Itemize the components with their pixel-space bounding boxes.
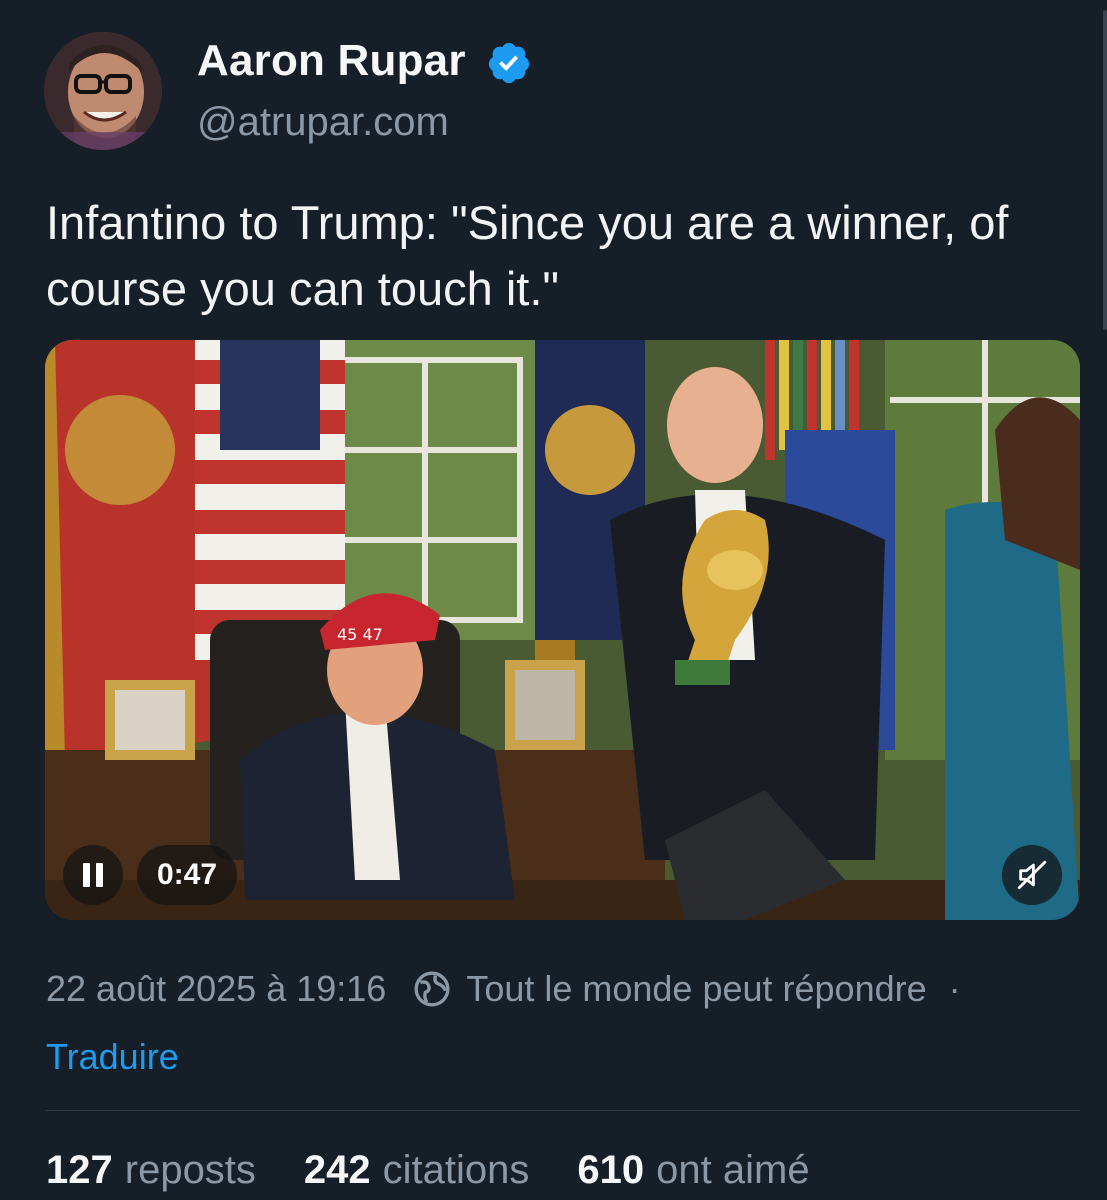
cap-text: 45 47 xyxy=(337,625,383,644)
stat-quotes[interactable]: 242 citations xyxy=(304,1148,530,1193)
engagement-stats: 127 reposts 242 citations 610 ont aimé xyxy=(46,1148,858,1193)
scrollbar[interactable] xyxy=(1103,10,1107,330)
pause-icon-bar xyxy=(96,863,103,887)
post-timestamp[interactable]: 22 août 2025 à 19:16 xyxy=(46,968,386,1010)
stat-count: 127 xyxy=(46,1148,113,1192)
reply-setting: Tout le monde peut répondre xyxy=(466,968,927,1009)
globe-icon xyxy=(414,971,450,1007)
post-text: Infantino to Trump: "Since you are a win… xyxy=(46,196,1009,315)
author-avatar[interactable] xyxy=(44,32,162,150)
stat-reposts[interactable]: 127 reposts xyxy=(46,1148,256,1193)
author-name[interactable]: Aaron Rupar xyxy=(197,36,466,86)
pause-button[interactable] xyxy=(63,845,123,905)
stat-label: ont aimé xyxy=(656,1148,810,1192)
stat-count: 610 xyxy=(577,1148,645,1192)
post-card: Aaron Rupar @atrupar.com Infantino to Tr… xyxy=(0,0,1107,1200)
translate-link[interactable]: Traduire xyxy=(46,1036,179,1078)
stat-count: 242 xyxy=(303,1148,371,1192)
video-player[interactable]: 45 47 0:47 xyxy=(45,340,1080,920)
unmute-button[interactable] xyxy=(1002,845,1062,905)
meta-separator: · xyxy=(948,968,961,1009)
post-meta: 22 août 2025 à 19:16 Tout le monde peut … xyxy=(46,966,961,1012)
stat-label: reposts xyxy=(124,1148,256,1192)
pause-icon xyxy=(83,863,90,887)
speaker-muted-icon xyxy=(1017,860,1047,890)
stat-likes[interactable]: 610 ont aimé xyxy=(577,1148,809,1193)
divider xyxy=(46,1110,1080,1111)
avatar-image xyxy=(44,32,162,150)
video-elapsed-time: 0:47 xyxy=(137,845,238,905)
verified-badge-icon xyxy=(488,42,530,84)
author-handle[interactable]: @atrupar.com xyxy=(197,100,449,145)
stat-label: citations xyxy=(382,1148,530,1192)
video-frame: 45 47 xyxy=(45,340,1080,920)
